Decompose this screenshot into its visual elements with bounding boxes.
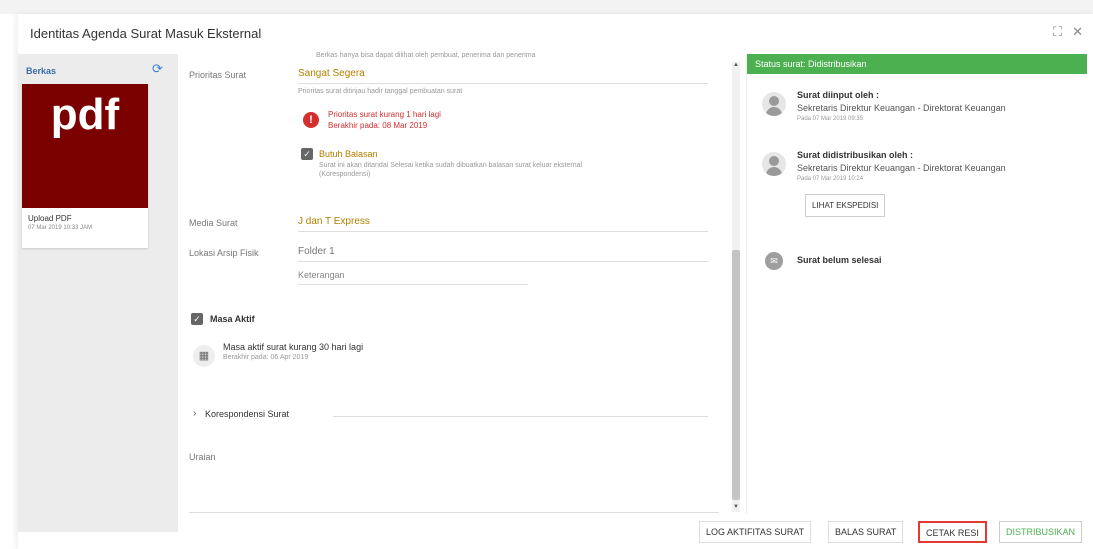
- keterangan-input[interactable]: Keterangan: [298, 270, 345, 280]
- form-panel: Berkas hanya bisa dapat dilihat oleh pem…: [183, 52, 728, 514]
- uraian-underline: [189, 512, 719, 513]
- message-icon: ✉: [765, 252, 783, 270]
- scroll-down-icon[interactable]: ▼: [732, 504, 740, 510]
- masa-aktif-line1: Masa aktif surat kurang 30 hari lagi: [223, 342, 364, 352]
- activity-who: Sekretaris Direktur Keuangan - Direktora…: [797, 103, 1006, 113]
- masa-aktif-line2: Berakhir pada: 06 Apr 2019: [223, 354, 309, 361]
- activity-who: Sekretaris Direktur Keuangan - Direktora…: [797, 163, 1006, 173]
- activity-date: Pada 07 Mar 2019 10:24: [797, 176, 864, 182]
- uraian-label: Uraian: [189, 452, 216, 462]
- cetak-resi-button[interactable]: CETAK RESI: [918, 521, 987, 543]
- chevron-right-icon[interactable]: ›: [193, 408, 196, 419]
- warning-icon: !: [303, 112, 319, 128]
- media-label: Media Surat: [189, 218, 238, 228]
- agenda-modal: Identitas Agenda Surat Masuk Eksternal ⛶…: [18, 14, 1093, 549]
- butuh-balasan-checkbox[interactable]: ✓: [301, 148, 313, 160]
- user-avatar-icon: [762, 92, 786, 116]
- media-underline: [298, 231, 708, 232]
- header-icons: ⛶ ✕: [1053, 24, 1083, 40]
- activity-date: Pada 07 Mar 2019 09:35: [797, 116, 864, 122]
- keterangan-underline: [298, 284, 528, 285]
- lokasi-underline: [298, 261, 708, 262]
- distribusikan-button[interactable]: DISTRIBUSIKAN: [999, 521, 1083, 543]
- butuh-balasan-label: Butuh Balasan: [319, 149, 378, 159]
- form-scrollbar[interactable]: ▲ ▼: [732, 62, 740, 512]
- status-panel: Status surat: Didistribusikan Surat diin…: [746, 54, 1087, 514]
- warning-line1: Prioritas surat kurang 1 hari lagi: [328, 110, 441, 119]
- masa-aktif-checkbox[interactable]: ✓: [191, 313, 203, 325]
- top-strip: [0, 0, 1093, 14]
- status-bar: Status surat: Didistribusikan: [747, 54, 1087, 74]
- activity-title: Surat diinput oleh :: [797, 90, 879, 100]
- file-card[interactable]: pdf Upload PDF 07 Mar 2019 10:33 JAM: [22, 84, 148, 248]
- scroll-thumb[interactable]: [732, 250, 740, 500]
- prioritas-underline: [298, 83, 708, 84]
- lokasi-value[interactable]: Folder 1: [298, 246, 335, 257]
- warning-line2: Berakhir pada: 08 Mar 2019: [328, 121, 428, 130]
- korespondensi-toggle[interactable]: Korespondensi Surat: [205, 409, 289, 419]
- calendar-icon: ▦: [193, 345, 215, 367]
- user-avatar-icon: [762, 152, 786, 176]
- prioritas-value[interactable]: Sangat Segera: [298, 68, 365, 79]
- korespondensi-divider: [333, 416, 708, 417]
- balas-surat-button[interactable]: BALAS SURAT: [828, 521, 904, 543]
- masa-aktif-label: Masa Aktif: [210, 314, 255, 324]
- pdf-thumbnail[interactable]: pdf: [22, 84, 148, 208]
- close-icon[interactable]: ✕: [1072, 24, 1083, 40]
- berkas-label: Berkas: [26, 66, 57, 76]
- prioritas-label: Prioritas Surat: [189, 70, 247, 80]
- butuh-balasan-desc: Surat ini akan ditandai Selesai ketika s…: [319, 162, 583, 169]
- file-date: 07 Mar 2019 10:33 JAM: [28, 225, 93, 231]
- activity-title: Surat didistribusikan oleh :: [797, 150, 914, 160]
- file-name: Upload PDF: [28, 214, 72, 223]
- log-aktifitas-button[interactable]: LOG AKTIFITAS SURAT: [699, 521, 812, 543]
- media-value[interactable]: J dan T Express: [298, 216, 370, 227]
- lihat-ekspedisi-button[interactable]: LIHAT EKSPEDISI: [805, 194, 886, 217]
- belum-selesai-text: Surat belum selesai: [797, 255, 882, 265]
- expand-icon[interactable]: ⛶: [1053, 24, 1062, 40]
- berkas-panel: Berkas ⟳ pdf Upload PDF 07 Mar 2019 10:3…: [18, 54, 178, 532]
- top-note: Berkas hanya bisa dapat dilihat oleh pem…: [316, 52, 536, 59]
- scroll-up-icon[interactable]: ▲: [732, 62, 740, 68]
- butuh-balasan-desc2: (Korespondensi): [319, 171, 371, 178]
- refresh-icon[interactable]: ⟳: [152, 61, 163, 77]
- prioritas-hint: Prioritas surat ditinjau hadir tanggal p…: [298, 88, 463, 95]
- modal-title: Identitas Agenda Surat Masuk Eksternal: [30, 26, 262, 41]
- lokasi-label: Lokasi Arsip Fisik: [189, 248, 259, 258]
